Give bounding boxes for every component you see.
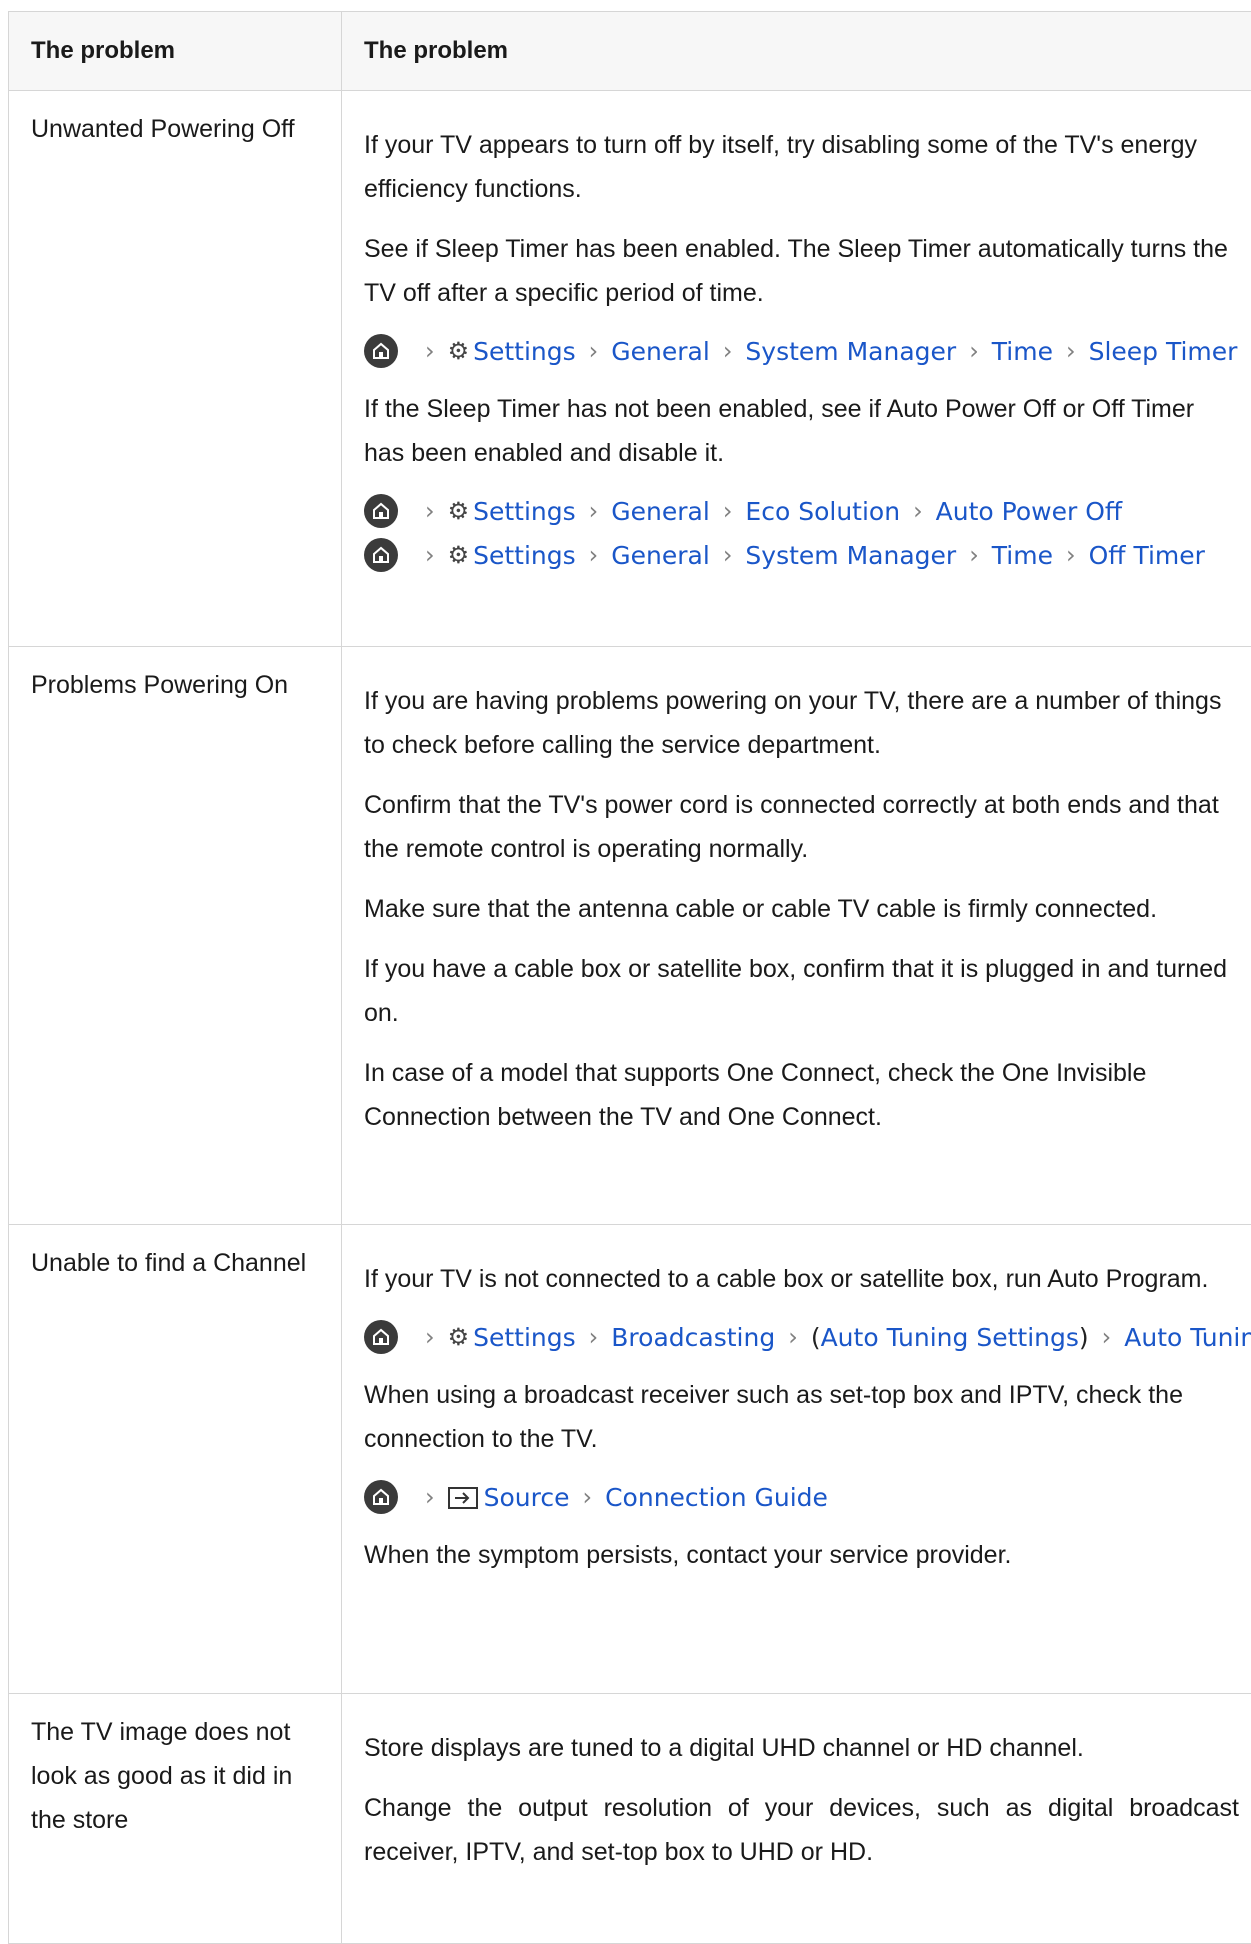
home-icon[interactable] — [364, 538, 398, 572]
paragraph: When the symptom persists, contact your … — [364, 1533, 1239, 1577]
chevron-right-icon: › — [788, 1323, 798, 1351]
home-icon[interactable] — [364, 1320, 398, 1354]
chevron-right-icon: › — [425, 497, 435, 525]
paragraph: Change the output resolution of your dev… — [364, 1786, 1239, 1874]
chevron-right-icon: › — [589, 541, 599, 569]
menu-link-settings[interactable]: Settings — [473, 337, 576, 366]
menu-link-sleep-timer[interactable]: Sleep Timer — [1089, 337, 1238, 366]
chevron-right-icon: › — [723, 497, 733, 525]
chevron-right-icon: › — [425, 337, 435, 365]
chevron-right-icon: › — [723, 337, 733, 365]
problem-cell: The TV image does not look as good as it… — [9, 1694, 342, 1944]
solution-cell: Store displays are tuned to a digital UH… — [342, 1694, 1251, 1944]
problem-cell: Unable to find a Channel — [9, 1225, 342, 1694]
table-header-row: The problem The problem — [9, 12, 1251, 91]
chevron-right-icon: › — [969, 337, 979, 365]
menu-link-connection-guide[interactable]: Connection Guide — [605, 1483, 828, 1512]
table-row: Unable to find a Channel If your TV is n… — [9, 1225, 1251, 1694]
problem-cell: Unwanted Powering Off — [9, 91, 342, 647]
menu-link-general[interactable]: General — [611, 337, 710, 366]
paragraph: If you have a cable box or satellite box… — [364, 947, 1239, 1035]
menu-link-settings[interactable]: Settings — [473, 497, 576, 526]
home-icon[interactable] — [364, 494, 398, 528]
gear-icon: ⚙ — [448, 541, 470, 569]
paren-open: ( — [811, 1323, 821, 1352]
chevron-right-icon: › — [589, 497, 599, 525]
menu-link-broadcasting[interactable]: Broadcasting — [611, 1323, 775, 1352]
menu-path: › ⚙ Settings › General › System Manager … — [364, 331, 1239, 371]
menu-link-system-manager[interactable]: System Manager — [745, 337, 956, 366]
solution-cell: If your TV is not connected to a cable b… — [342, 1225, 1251, 1694]
solution-cell: If you are having problems powering on y… — [342, 647, 1251, 1225]
chevron-right-icon: › — [1102, 1323, 1112, 1351]
menu-link-auto-tuning-settings[interactable]: Auto Tuning Settings — [821, 1323, 1079, 1352]
home-icon[interactable] — [364, 1480, 398, 1514]
menu-link-system-manager[interactable]: System Manager — [745, 541, 956, 570]
chevron-right-icon: › — [425, 541, 435, 569]
table-row: Problems Powering On If you are having p… — [9, 647, 1251, 1225]
chevron-right-icon: › — [425, 1483, 435, 1511]
chevron-right-icon: › — [723, 541, 733, 569]
paragraph: If the Sleep Timer has not been enabled,… — [364, 387, 1239, 475]
troubleshooting-table: The problem The problem Unwanted Powerin… — [8, 11, 1251, 1944]
gear-icon: ⚙ — [448, 1323, 470, 1351]
chevron-right-icon: › — [1066, 541, 1076, 569]
paragraph: Store displays are tuned to a digital UH… — [364, 1710, 1239, 1770]
menu-path: › ⚙ Settings › General › System Manager … — [364, 535, 1239, 575]
chevron-right-icon: › — [589, 1323, 599, 1351]
menu-path: › ⚙ Settings › General › Eco Solution › … — [364, 491, 1239, 531]
chevron-right-icon: › — [425, 1323, 435, 1351]
menu-link-general[interactable]: General — [611, 497, 710, 526]
paragraph: If you are having problems powering on y… — [364, 663, 1239, 767]
paren-close: ) — [1079, 1323, 1089, 1352]
chevron-right-icon: › — [1066, 337, 1076, 365]
menu-path: › Source › Connection Guide — [364, 1477, 1239, 1517]
paragraph: See if Sleep Timer has been enabled. The… — [364, 227, 1239, 315]
chevron-right-icon: › — [589, 337, 599, 365]
source-icon — [448, 1486, 478, 1508]
paragraph: If your TV appears to turn off by itself… — [364, 107, 1239, 211]
menu-link-off-timer[interactable]: Off Timer — [1089, 541, 1205, 570]
chevron-right-icon: › — [969, 541, 979, 569]
gear-icon: ⚙ — [448, 497, 470, 525]
table-row: The TV image does not look as good as it… — [9, 1694, 1251, 1944]
menu-link-eco-solution[interactable]: Eco Solution — [745, 497, 900, 526]
chevron-right-icon: › — [582, 1483, 592, 1511]
home-icon[interactable] — [364, 334, 398, 368]
chevron-right-icon: › — [913, 497, 923, 525]
menu-path: › ⚙ Settings › Broadcasting › ( Auto Tun… — [364, 1317, 1239, 1357]
menu-link-time[interactable]: Time — [992, 541, 1053, 570]
column-header-solution: The problem — [342, 12, 1251, 91]
menu-link-time[interactable]: Time — [992, 337, 1053, 366]
menu-link-source[interactable]: Source — [484, 1483, 570, 1512]
solution-cell: If your TV appears to turn off by itself… — [342, 91, 1251, 647]
menu-link-settings[interactable]: Settings — [473, 541, 576, 570]
table-row: Unwanted Powering Off If your TV appears… — [9, 91, 1251, 647]
paragraph: Make sure that the antenna cable or cabl… — [364, 887, 1239, 931]
troubleshooting-table-container: The problem The problem Unwanted Powerin… — [8, 11, 1251, 1944]
gear-icon: ⚙ — [448, 337, 470, 365]
paragraph: In case of a model that supports One Con… — [364, 1051, 1239, 1139]
paragraph: When using a broadcast receiver such as … — [364, 1373, 1239, 1461]
column-header-problem: The problem — [9, 12, 342, 91]
paragraph: Confirm that the TV's power cord is conn… — [364, 783, 1239, 871]
problem-cell: Problems Powering On — [9, 647, 342, 1225]
menu-link-auto-tuning[interactable]: Auto Tuning — [1124, 1323, 1251, 1352]
paragraph: If your TV is not connected to a cable b… — [364, 1241, 1239, 1301]
menu-link-auto-power-off[interactable]: Auto Power Off — [936, 497, 1122, 526]
menu-link-settings[interactable]: Settings — [473, 1323, 576, 1352]
menu-link-general[interactable]: General — [611, 541, 710, 570]
